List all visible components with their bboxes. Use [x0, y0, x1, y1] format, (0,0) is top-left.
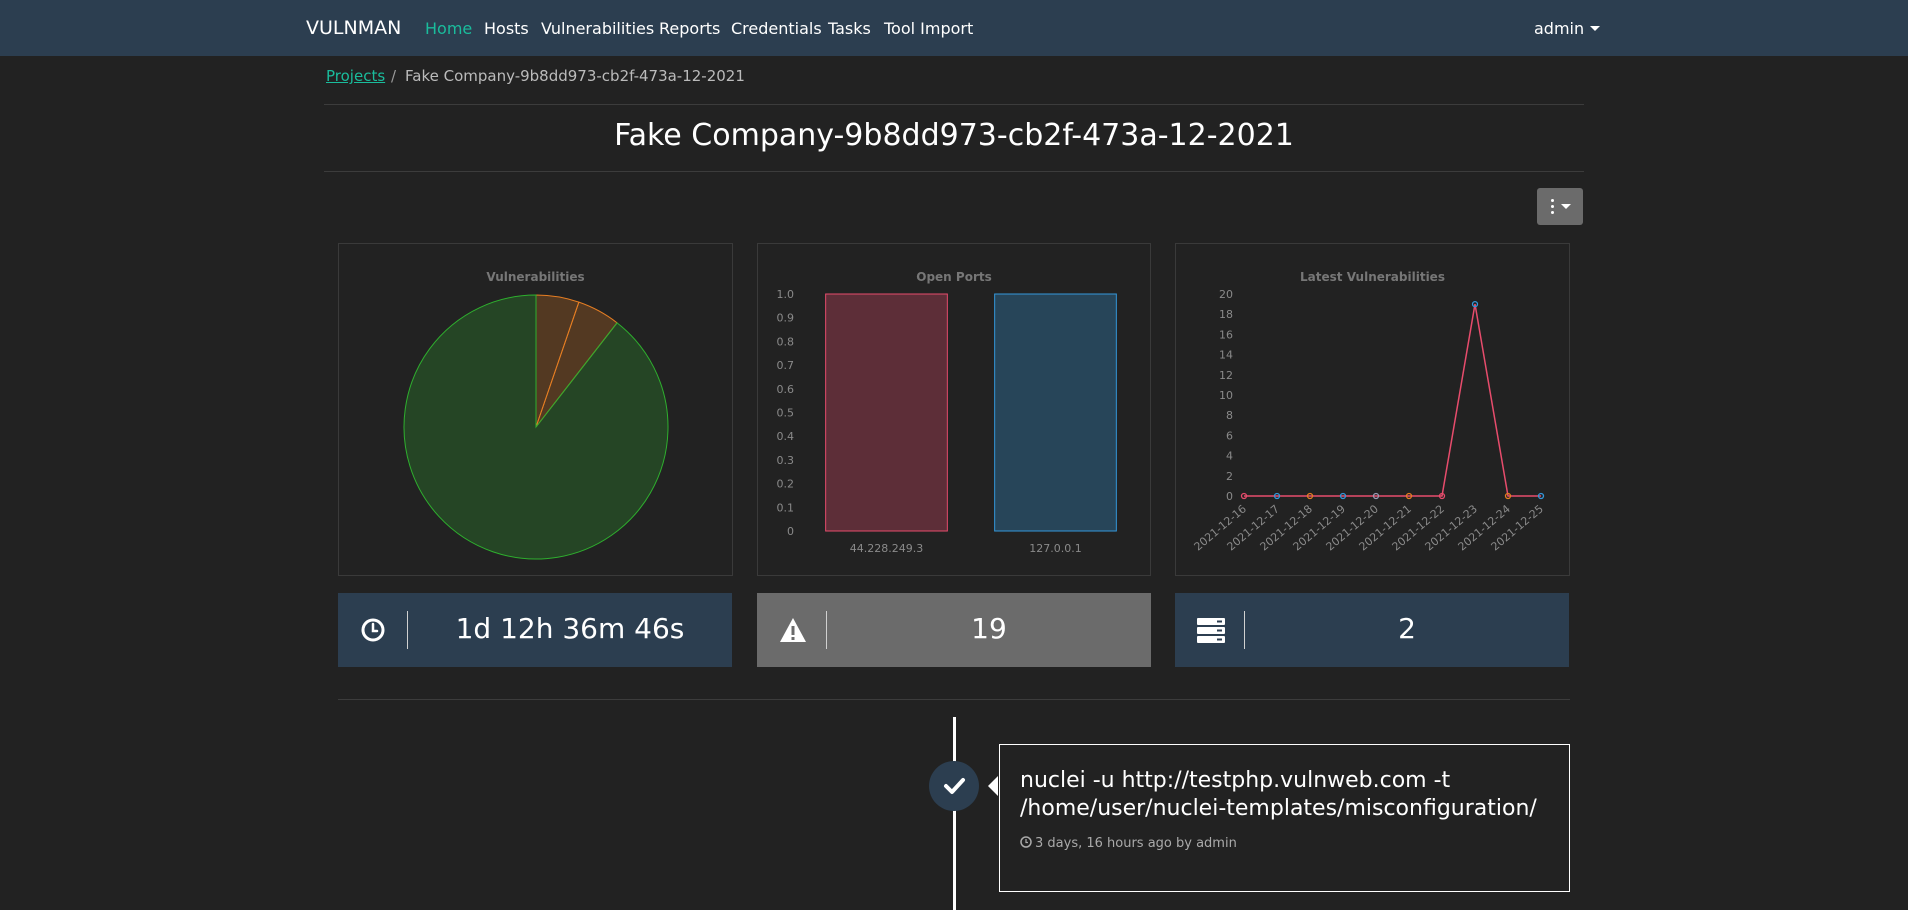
breadcrumb-projects[interactable]: Projects	[326, 67, 385, 85]
chevron-down-icon	[1561, 204, 1571, 209]
clock-icon	[361, 618, 385, 642]
y-tick-label: 1.0	[777, 288, 795, 301]
y-tick-label: 14	[1219, 349, 1233, 362]
breadcrumb-current: Fake Company-9b8dd973-cb2f-473a-12-2021	[405, 67, 745, 85]
options-dropdown-button[interactable]	[1537, 188, 1583, 225]
nav-reports[interactable]: Reports	[659, 19, 720, 38]
y-tick-label: 0.3	[777, 454, 795, 467]
y-tick-label: 0.4	[777, 430, 795, 443]
vulnerability-count-value: 19	[971, 612, 1007, 645]
divider	[324, 104, 1584, 105]
bar[interactable]	[825, 293, 948, 532]
nav-hosts[interactable]: Hosts	[484, 19, 529, 38]
y-tick-label: 6	[1226, 429, 1233, 442]
breadcrumb-separator: /	[391, 67, 397, 85]
divider	[338, 699, 1570, 700]
y-tick-label: 0.5	[777, 407, 795, 420]
nav-home[interactable]: Home	[425, 19, 472, 38]
kebab-icon	[1551, 199, 1555, 214]
open-ports-bar-chart: 1.0 0.9 0.8 0.7 0.6 0.5 0.4 0.3 0.2 0.1 0 44.228.24…	[777, 288, 1117, 555]
timeline-meta-text: 3 days, 16 hours ago by admin	[1035, 836, 1237, 851]
y-tick-label: 0.2	[777, 478, 795, 491]
vulnerability-count-stat: 19	[757, 593, 1151, 667]
y-tick-label: 0.6	[777, 383, 795, 396]
y-tick-label: 16	[1219, 328, 1233, 341]
y-tick-label: 20	[1219, 288, 1233, 301]
user-menu[interactable]: admin	[1534, 19, 1601, 38]
y-tick-label: 0.1	[777, 501, 795, 514]
y-tick-label: 4	[1226, 450, 1233, 463]
y-tick-label: 0.9	[777, 312, 795, 325]
chevron-down-icon	[1590, 26, 1601, 31]
y-tick-label: 0	[787, 525, 794, 538]
y-tick-label: 0.8	[777, 335, 795, 348]
timeline-badge	[929, 761, 979, 811]
divider	[324, 171, 1584, 172]
vulnerabilities-chart-card: Vulnerabilities	[338, 243, 733, 576]
nav-vulnerabilities[interactable]: Vulnerabilities	[541, 19, 654, 38]
latest-vulnerabilities-chart-card: Latest Vulnerabilities 20 18 16 14 12 10 8 6 4 2 0…	[1175, 243, 1570, 576]
y-tick-label: 8	[1226, 409, 1233, 422]
x-tick-label: 44.228.249.3	[850, 542, 923, 555]
timeline-meta: 3 days, 16 hours ago by admin	[1020, 836, 1237, 851]
y-tick-label: 2	[1226, 470, 1233, 483]
timeline-entry: nuclei -u http://testphp.vulnweb.com -t …	[999, 744, 1570, 892]
timeline-arrow	[988, 776, 998, 796]
pie-slice[interactable]	[403, 294, 669, 560]
open-ports-chart-card: Open Ports 1.0 0.9 0.8 0.7 0.6 0.5 0.4 0.3 0.2 0.…	[757, 243, 1151, 576]
duration-stat: 1d 12h 36m 46s	[338, 593, 732, 667]
latest-vulnerabilities-line-chart: 201816141210864202021-12-162021-12-17202…	[1192, 288, 1546, 553]
clock-icon	[1020, 836, 1032, 848]
server-icon	[1197, 618, 1225, 643]
y-tick-label: 12	[1219, 369, 1233, 382]
y-tick-label: 10	[1219, 389, 1233, 402]
nav-credentials[interactable]: Credentials	[731, 19, 822, 38]
page-title: Fake Company-9b8dd973-cb2f-473a-12-2021	[614, 118, 1294, 153]
bar[interactable]	[994, 293, 1117, 532]
nav-tasks[interactable]: Tasks	[828, 19, 871, 38]
y-tick-label: 18	[1219, 308, 1233, 321]
vulnerabilities-pie-chart	[403, 294, 669, 560]
x-tick-label: 127.0.0.1	[1029, 542, 1081, 555]
nav-tool-import[interactable]: Tool Import	[884, 19, 973, 38]
check-icon	[944, 778, 965, 794]
user-name: admin	[1534, 19, 1585, 38]
timeline-command: nuclei -u http://testphp.vulnweb.com -t …	[1020, 768, 1537, 821]
series-line	[1244, 303, 1541, 497]
host-count-stat: 2	[1175, 593, 1569, 667]
y-tick-label: 0.7	[777, 359, 795, 372]
y-tick-label: 0	[1226, 490, 1233, 503]
host-count-value: 2	[1398, 612, 1416, 645]
brand-logo[interactable]: VULNMAN	[306, 17, 401, 39]
timeline-line	[953, 717, 956, 910]
navbar: VULNMAN Home Hosts Vulnerabilities Repor…	[0, 0, 1908, 56]
warning-icon	[780, 618, 806, 642]
duration-value: 1d 12h 36m 46s	[455, 612, 685, 645]
